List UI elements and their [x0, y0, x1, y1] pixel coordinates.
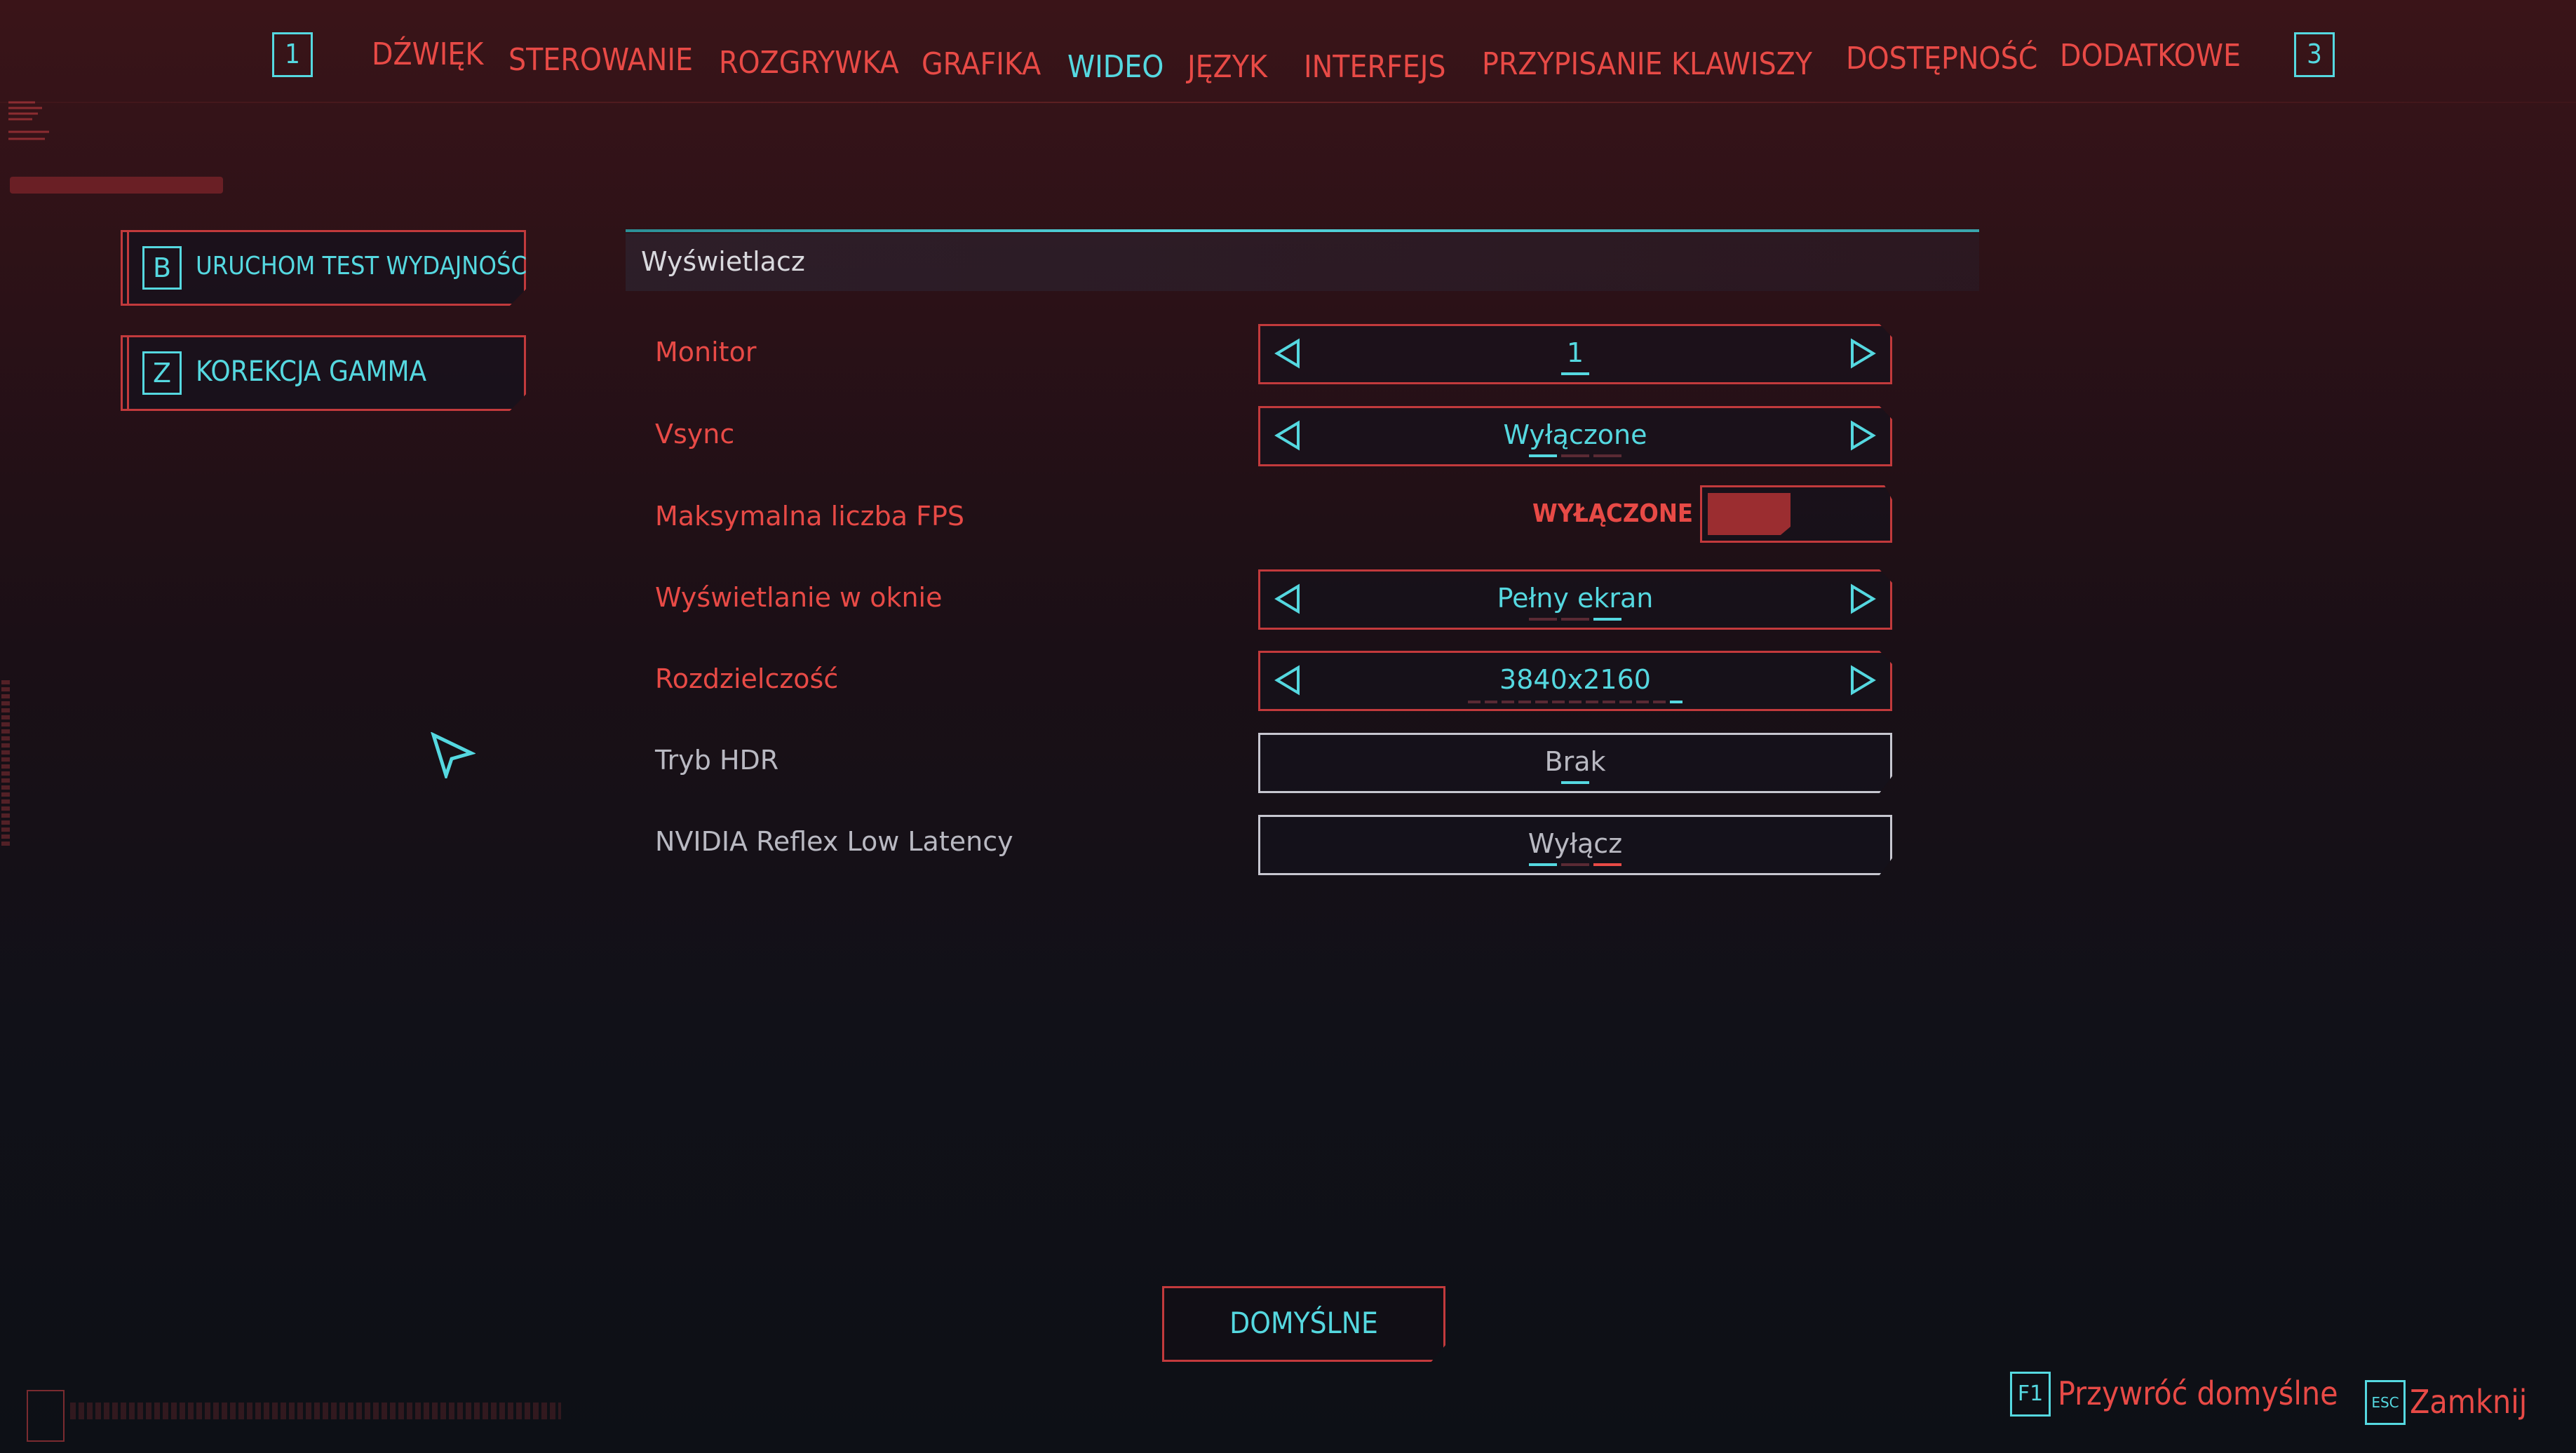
hud-tag: [10, 177, 223, 194]
max-fps-state: WYŁĄCZONE: [1532, 499, 1694, 528]
hud-vertical-fineprint: [1, 680, 10, 849]
monitor-value: 1: [1566, 337, 1584, 368]
display-section-header: Wyświetlacz: [626, 234, 1979, 291]
nvidia-reflex-value: Wyłącz: [1528, 828, 1623, 859]
tab-dostępność[interactable]: DOSTĘPNOŚĆ: [1846, 41, 2037, 76]
hdr-mode-selector[interactable]: Brak: [1258, 733, 1892, 793]
option-indicator: [1260, 781, 1890, 785]
resolution-label: Rozdzielczość: [655, 663, 839, 694]
max-fps-label: Maksymalna liczba FPS: [655, 501, 965, 532]
vsync-value: Wyłączone: [1503, 419, 1647, 450]
tab-język[interactable]: JĘZYK: [1187, 49, 1267, 85]
option-indicator: [1260, 618, 1890, 622]
close-action[interactable]: Zamknij: [2410, 1383, 2527, 1421]
window-mode-label: Wyświetlanie w oknie: [655, 582, 943, 613]
version-badge-icon: [27, 1390, 65, 1442]
tab-dodatkowe[interactable]: DODATKOWE: [2060, 38, 2241, 74]
max-fps-toggle[interactable]: [1700, 485, 1892, 543]
arrow-right-icon[interactable]: [1847, 583, 1877, 614]
nvidia-reflex-selector[interactable]: Wyłącz: [1258, 815, 1892, 875]
cursor-icon: [431, 732, 476, 778]
monitor-selector[interactable]: 1: [1258, 324, 1892, 384]
esc-key-icon: ESC: [2365, 1380, 2406, 1425]
tab-wideo[interactable]: WIDEO: [1067, 49, 1164, 85]
resolution-selector[interactable]: 3840x2160: [1258, 651, 1892, 711]
vsync-selector[interactable]: Wyłączone: [1258, 406, 1892, 466]
option-indicator: [1260, 863, 1890, 867]
option-indicator: [1260, 701, 1890, 705]
gamma-correction-button[interactable]: Z KOREKCJA GAMMA: [121, 335, 526, 411]
tab-przypisanie-klawiszy[interactable]: PRZYPISANIE KLAWISZY: [1482, 46, 1812, 82]
prev-tab-key[interactable]: 1: [272, 32, 313, 77]
section-accent-line: [626, 229, 1979, 232]
arrow-right-icon[interactable]: [1847, 665, 1877, 696]
window-mode-selector[interactable]: Pełny ekran: [1258, 569, 1892, 630]
nav-divider: [0, 102, 2576, 103]
protocol-logo: [7, 98, 63, 146]
restore-defaults-action[interactable]: Przywróć domyślne: [2058, 1374, 2338, 1412]
defaults-button[interactable]: DOMYŚLNE: [1162, 1286, 1445, 1362]
option-indicator: [1260, 454, 1890, 459]
resolution-value: 3840x2160: [1499, 664, 1651, 695]
window-mode-value: Pełny ekran: [1497, 583, 1654, 614]
tab-grafika[interactable]: GRAFIKA: [922, 46, 1041, 82]
nvidia-reflex-label: NVIDIA Reflex Low Latency: [655, 826, 1013, 857]
hud-fineprint: [70, 1403, 561, 1419]
tab-interfejs[interactable]: INTERFEJS: [1304, 49, 1446, 85]
hdr-mode-label: Tryb HDR: [655, 745, 779, 776]
f1-key-icon: F1: [2010, 1372, 2051, 1417]
key-b-icon: B: [142, 246, 182, 290]
section-title: Wyświetlacz: [641, 246, 805, 277]
tab-sterowanie[interactable]: STEROWANIE: [508, 42, 693, 78]
vsync-label: Vsync: [655, 419, 735, 450]
monitor-label: Monitor: [655, 337, 757, 367]
run-benchmark-button[interactable]: B URUCHOM TEST WYDAJNOŚCI: [121, 230, 526, 306]
hdr-mode-value: Brak: [1544, 746, 1606, 777]
arrow-right-icon[interactable]: [1847, 420, 1877, 451]
toggle-knob: [1708, 493, 1791, 535]
key-z-icon: Z: [142, 351, 182, 395]
tab-dźwięk[interactable]: DŹWIĘK: [372, 36, 483, 72]
next-tab-key[interactable]: 3: [2294, 32, 2335, 77]
option-indicator: [1260, 372, 1890, 377]
run-benchmark-label: URUCHOM TEST WYDAJNOŚCI: [196, 252, 534, 281]
tab-rozgrywka[interactable]: ROZGRYWKA: [719, 45, 899, 81]
arrow-right-icon[interactable]: [1847, 338, 1877, 369]
gamma-correction-label: KOREKCJA GAMMA: [196, 356, 427, 388]
